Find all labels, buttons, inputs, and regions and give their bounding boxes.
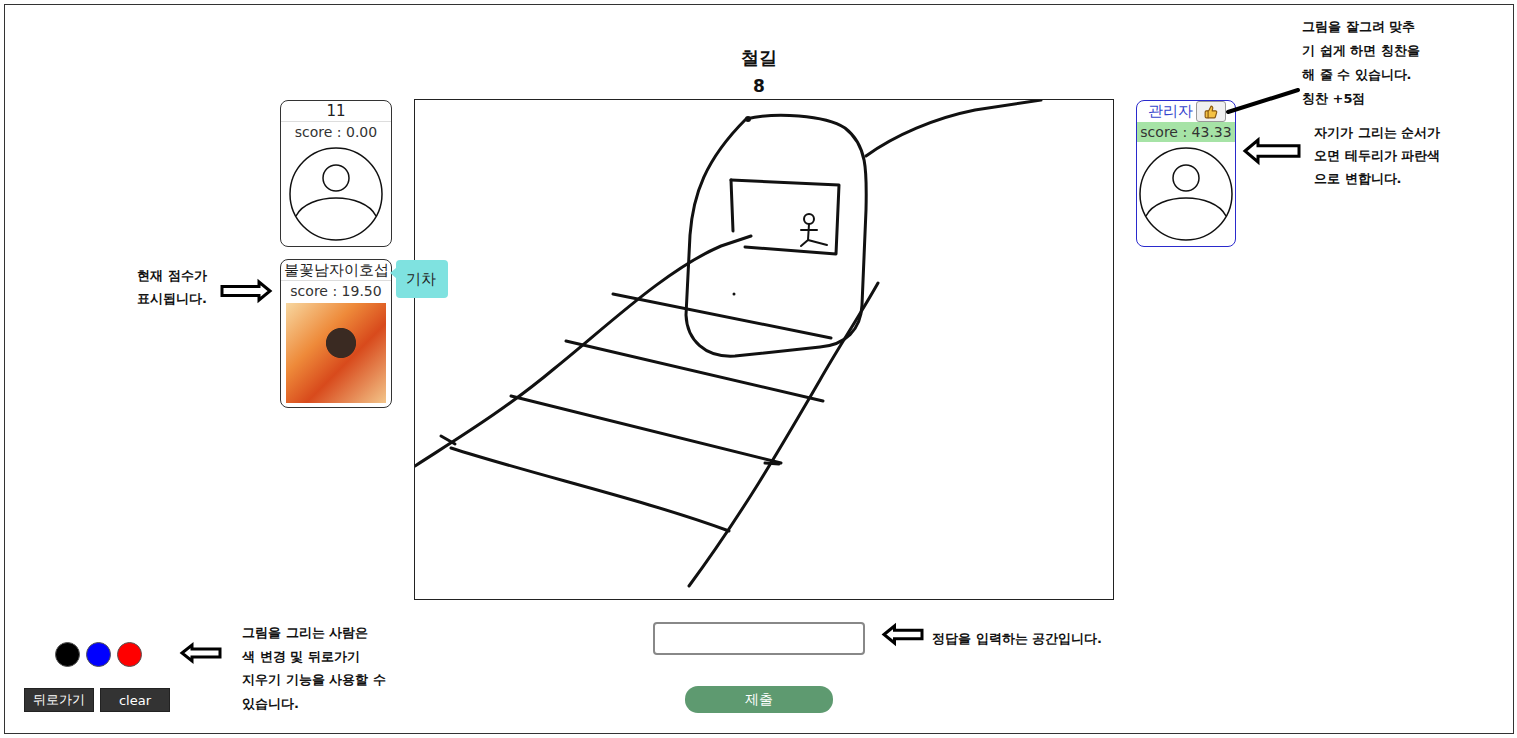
arrow-icon [882,624,924,645]
guess-bubble: 기차 [396,260,448,298]
annotation-line: 그림을 그리는 사람은 [242,621,386,645]
answer-area: 제출 [653,622,865,713]
annotation-line: 표시됩니다. [137,287,207,310]
annotation-line: 지우기 기능을 사용할 수 [242,668,386,692]
timer: 8 [753,75,765,97]
player-card: 관리자score : 43.33 [1136,100,1236,247]
annotation: 그림을 그리는 사람은색 변경 및 뒤로가기지우기 기능을 사용할 수있습니다. [242,621,386,715]
player-name: 11 [281,101,391,122]
drawing-canvas[interactable] [414,99,1114,600]
annotation-line: 그림을 잘그려 맞추 [1302,15,1420,39]
annotation-line: 해 줄 수 있습니다. [1302,63,1420,87]
annotation-line: 자기가 그리는 순서가 [1314,121,1440,144]
avatar-icon [288,146,384,242]
annotation-line: 오면 테두리가 파란색 [1314,144,1440,167]
tool-buttons: 뒤로가기clear [24,688,653,712]
player-score: score : 19.50 [281,281,391,301]
game-screen: 철길 8 11score : 0.00 불꽃남자이호섭score : 19.50기차 관… [4,4,1514,734]
annotation-line: 현재 점수가 [137,264,207,287]
annotation-line: 칭찬 +5점 [1302,87,1420,111]
color-swatch[interactable] [117,642,142,667]
bottom-bar: 뒤로가기clear 제출 [5,622,1513,713]
annotation: 그림을 잘그려 맞추기 쉽게 하면 칭찬을해 줄 수 있습니다.칭찬 +5점 [1302,15,1420,111]
avatar-photo [286,303,386,403]
player-score: score : 0.00 [281,122,391,142]
tool-button[interactable]: 뒤로가기 [24,688,94,712]
right-players: 관리자score : 43.33 [1136,100,1236,247]
annotation-line: 으로 변합니다. [1314,167,1440,190]
color-swatch[interactable] [86,642,111,667]
game-area: 11score : 0.00 불꽃남자이호섭score : 19.50기차 관리자s… [5,99,1513,600]
header: 철길 8 [5,5,1513,97]
praise-button[interactable] [1196,101,1226,122]
pointer-line-icon [1226,86,1302,114]
arrow-icon [220,280,272,302]
quiz-word: 철길 [741,47,777,69]
answer-input[interactable] [653,622,865,655]
annotation-line: 기 쉽게 하면 칭찬을 [1302,39,1420,63]
player-score: score : 43.33 [1137,122,1235,142]
annotation-line: 색 변경 및 뒤로가기 [242,645,386,669]
arrow-icon [180,643,222,663]
player-card: 불꽃남자이호섭score : 19.50기차 [280,259,392,408]
annotation-line: 정답을 입력하는 공간입니다. [932,627,1102,651]
annotation-line: 있습니다. [242,692,386,716]
annotation: 정답을 입력하는 공간입니다. [932,627,1102,651]
color-swatch[interactable] [55,642,80,667]
left-players: 11score : 0.00 불꽃남자이호섭score : 19.50기차 [280,100,392,408]
player-name: 불꽃남자이호섭 [281,260,391,281]
annotation: 자기가 그리는 순서가오면 테두리가 파란색으로 변합니다. [1314,121,1440,190]
submit-button[interactable]: 제출 [685,686,833,713]
thumbs-up-icon [1204,105,1218,119]
avatar-icon [1138,146,1234,242]
train-track-drawing [415,100,1113,599]
arrow-icon [1243,138,1301,164]
annotation: 현재 점수가표시됩니다. [137,264,207,310]
player-card: 11score : 0.00 [280,100,392,247]
tool-button[interactable]: clear [100,688,170,712]
